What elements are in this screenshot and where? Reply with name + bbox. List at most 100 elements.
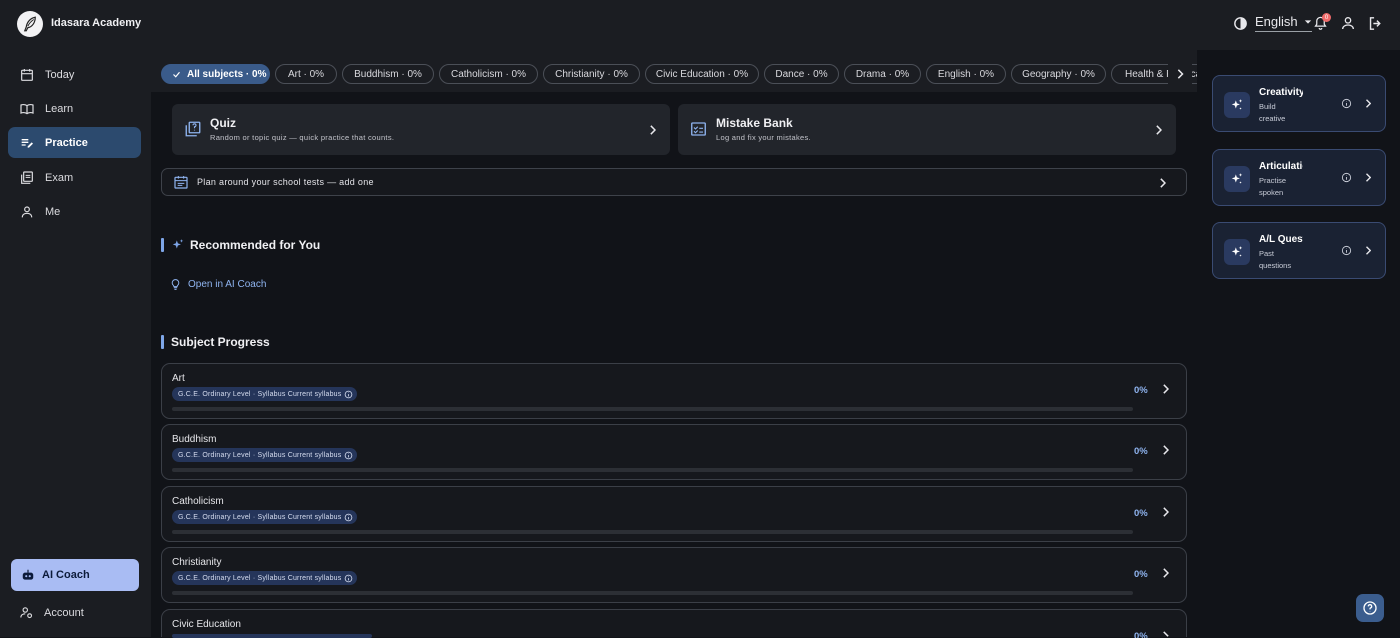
tool-icon-box [1224,92,1250,118]
chip-subject[interactable]: Dance · 0% [764,64,839,84]
sparkle-icon [1231,173,1243,184]
ai-coach-button[interactable]: AI Coach [11,559,139,591]
progress-percent: 0% [1134,446,1148,457]
info-icon[interactable] [1341,172,1352,183]
subject-name: Art [172,373,185,384]
sidebar-item-learn[interactable]: Learn [8,93,141,124]
language-label: English [1255,14,1298,29]
chip-subject[interactable]: Civic Education · 0% [645,64,759,84]
progress-track [172,468,1133,472]
syllabus-pill[interactable] [172,634,372,638]
account-label: Account [44,606,84,619]
account-link[interactable]: Account [19,605,84,620]
quiz-subtitle: Random or topic quiz — quick practice th… [210,133,395,142]
sparkle-icon [172,239,184,249]
help-icon [1363,601,1377,615]
chevron-right-icon [1163,445,1169,455]
checklist-icon [691,122,706,136]
chip-subject[interactable]: Geography · 0% [1011,64,1106,84]
logout-button[interactable] [1367,15,1384,32]
sidebar-item-label: Learn [45,102,74,115]
manage-account-icon [20,607,33,619]
syllabus-pill[interactable]: G.C.E. Ordinary Level · Syllabus Current… [172,448,358,462]
chevron-right-icon [1177,69,1184,79]
lightbulb-icon [171,279,180,290]
subject-progress-card[interactable]: Art G.C.E. Ordinary Level · Syllabus Cur… [161,363,1187,419]
chevron-right-icon [1163,384,1169,394]
tool-subtitle: Past questions papers [1259,249,1292,270]
caret-down-icon [1304,19,1311,24]
progress-track [172,407,1133,411]
logout-icon [1369,17,1381,30]
chevron-right-icon [1163,507,1169,517]
subject-progress-title: Subject Progress [171,335,270,349]
check-icon [173,71,180,78]
notification-badge: 0 [1322,13,1331,22]
info-icon [345,513,353,521]
scroll-right-button[interactable] [1168,64,1192,84]
mistake-bank-title: Mistake Bank [716,116,793,130]
tool-title: Articulation [1259,161,1303,172]
book-icon [20,103,34,114]
event-note-icon [174,176,188,189]
exam-icon [21,170,33,184]
help-button[interactable] [1356,594,1384,622]
open-ai-coach-label: Open in AI Coach [188,279,267,290]
sidebar-item-me[interactable]: Me [8,196,141,227]
progress-track [172,591,1133,595]
subject-progress-card[interactable]: Buddhism G.C.E. Ordinary Level · Syllabu… [161,424,1187,480]
subject-name: Civic Education [172,619,241,630]
chip-subject[interactable]: Catholicism · 0% [439,64,538,84]
syllabus-pill[interactable]: G.C.E. Ordinary Level · Syllabus Current… [172,571,358,585]
info-icon[interactable] [1341,245,1352,256]
info-icon [345,390,353,398]
section-marker [161,238,164,252]
tool-card-articulation[interactable]: Articulation Practise spoken communicati… [1212,149,1386,206]
profile-button[interactable] [1340,15,1356,31]
tool-card-al-questions[interactable]: A/L Questions Past questions papers [1212,222,1386,279]
subject-name: Christianity [172,557,222,568]
mistake-bank-card[interactable]: Mistake Bank Log and fix your mistakes. [678,104,1176,155]
progress-percent: 0% [1134,569,1148,580]
tool-subtitle: Practise spoken communication [1259,176,1287,197]
quiz-card[interactable]: Quiz Random or topic quiz — quick practi… [172,104,670,155]
language-selector[interactable]: English [1232,14,1312,32]
open-ai-coach-link[interactable]: Open in AI Coach [169,278,266,291]
subject-progress-card[interactable]: Civic Education 0% [161,609,1187,638]
sidebar-item-today[interactable]: Today [8,59,141,90]
chevron-right-icon [1366,173,1371,182]
chip-subject[interactable]: Christianity · 0% [543,64,640,84]
chip-subject[interactable]: Buddhism · 0% [342,64,434,84]
section-marker [161,335,164,349]
top-bar: Idasara Academy English 0 [0,0,1400,50]
subject-progress-card[interactable]: Christianity G.C.E. Ordinary Level · Syl… [161,547,1187,603]
tool-card-creativity[interactable]: Creativity Build creative thinking [1212,75,1386,132]
app-logo[interactable] [17,11,43,37]
quill-icon [23,16,36,32]
syllabus-pill[interactable]: G.C.E. Ordinary Level · Syllabus Current… [172,387,358,401]
app-name: Idasara Academy [51,17,142,29]
sidebar-item-exam[interactable]: Exam [8,162,141,193]
chip-subject[interactable]: Art · 0% [275,64,337,84]
practice-icon [21,138,33,148]
calendar-icon [21,68,33,81]
quiz-icon [185,121,201,137]
sidebar-item-label: Today [45,68,75,81]
subject-progress-card[interactable]: Catholicism G.C.E. Ordinary Level · Syll… [161,486,1187,542]
translate-icon [1234,16,1247,30]
sidebar-item-label: Practice [45,136,88,149]
chip-subject[interactable]: English · 0% [926,64,1006,84]
tool-icon-box [1224,239,1250,265]
sidebar-item-practice[interactable]: Practice [8,127,141,158]
plan-tests-banner[interactable]: Plan around your school tests — add one [161,168,1187,196]
info-icon [345,451,353,459]
chip-subject[interactable]: Drama · 0% [844,64,921,84]
info-icon [345,574,353,582]
chevron-right-icon [1156,125,1162,135]
recommended-title: Recommended for You [190,238,321,252]
tools-panel [1197,50,1400,637]
syllabus-pill[interactable]: G.C.E. Ordinary Level · Syllabus Current… [172,510,358,524]
sidebar-item-label: Me [45,205,61,218]
info-icon[interactable] [1341,98,1352,109]
chip-all-subjects[interactable]: All subjects · 0% [161,64,270,84]
